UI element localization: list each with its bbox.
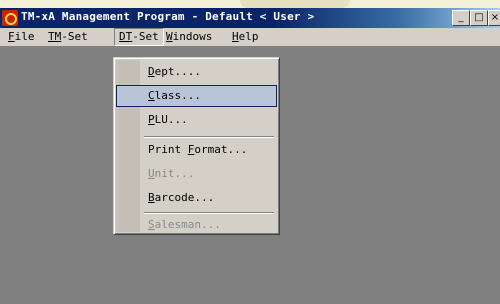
menu-item-barcode[interactable]: Barcode... — [116, 187, 277, 209]
window-title: TM-xA Management Program - Default < Use… — [21, 10, 315, 23]
app-logo-icon — [2, 10, 18, 26]
class-accel: C — [148, 89, 155, 102]
app-window: TM-xA Management Program - Default < Use… — [0, 8, 500, 304]
menu-windows-label: indows — [172, 30, 213, 43]
top-chrome-cap — [240, 0, 350, 8]
menu-separator — [144, 136, 274, 138]
close-button[interactable]: × — [488, 10, 500, 26]
menu-help-label: elp — [238, 30, 259, 43]
menu-dt-set-accel: D — [119, 30, 126, 43]
title-bar[interactable]: TM-xA Management Program - Default < Use… — [0, 8, 500, 28]
menu-file[interactable]: File — [4, 29, 39, 45]
menu-tm-set-label: -Set — [61, 30, 88, 43]
menu-dt-set[interactable]: DT-Set — [114, 28, 164, 46]
menu-item-unit: Unit... — [116, 163, 277, 185]
print-format-label: ormat... — [194, 143, 248, 156]
class-label: lass... — [154, 89, 201, 102]
unit-label: nit... — [154, 167, 195, 180]
menu-tm-set-accel: T — [48, 30, 55, 43]
menu-dt-set-label: -Set — [132, 30, 159, 43]
menu-item-salesman: Salesman... — [116, 214, 277, 236]
menu-windows[interactable]: Windows — [162, 29, 216, 45]
menu-windows-accel: W — [166, 30, 173, 43]
menu-item-print-format[interactable]: Print Format... — [116, 139, 277, 161]
menu-item-class[interactable]: Class... — [116, 85, 277, 107]
top-chrome-strip — [0, 0, 500, 8]
dept-accel: D — [148, 65, 155, 78]
menu-tm-set[interactable]: TM-Set — [44, 29, 92, 45]
menu-file-accel: F — [8, 30, 15, 43]
salesman-label: alesman... — [154, 218, 221, 231]
salesman-accel: S — [148, 218, 155, 231]
menu-help-accel: H — [232, 30, 239, 43]
maximize-button[interactable]: □ — [470, 10, 488, 26]
plu-accel: P — [148, 113, 155, 126]
menu-item-dept[interactable]: Dept.... — [116, 61, 277, 83]
menu-help[interactable]: Help — [228, 29, 263, 45]
minimize-button[interactable]: _ — [452, 10, 470, 26]
unit-accel: U — [148, 167, 155, 180]
menu-item-plu[interactable]: PLU... — [116, 109, 277, 131]
menu-bar: File TM-Set DT-Set Windows Help — [0, 28, 500, 47]
dept-label: ept.... — [154, 65, 201, 78]
plu-label: LU... — [154, 113, 188, 126]
print-format-prefix: Print — [148, 143, 188, 156]
barcode-accel: B — [148, 191, 155, 204]
barcode-label: arcode... — [154, 191, 215, 204]
dt-set-dropdown-menu: Dept.... Class... PLU... Print Format...… — [113, 57, 280, 235]
menu-file-label: ile — [14, 30, 35, 43]
